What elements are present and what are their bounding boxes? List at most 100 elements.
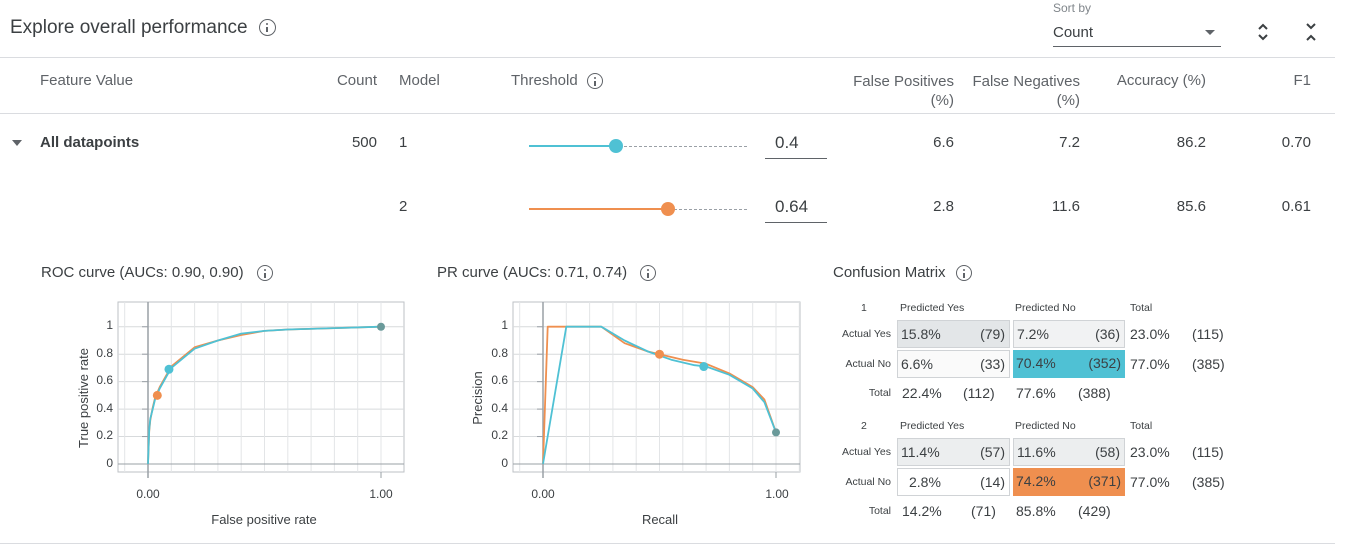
threshold-input[interactable]: 0.4: [765, 133, 827, 159]
cm-total-count: (388): [1078, 385, 1111, 401]
cm-total-count: (115): [1192, 444, 1224, 460]
row-collapse-caret[interactable]: [12, 140, 22, 146]
x-axis-label: Recall: [642, 512, 678, 527]
x-tick-label: 0.00: [531, 487, 555, 501]
info-icon[interactable]: [586, 73, 603, 90]
row-false-negatives: 11.6: [1051, 198, 1080, 215]
cm-cell-tn: 70.4% (352): [1013, 350, 1125, 378]
cm-total-pct: 77.6%: [1016, 385, 1056, 401]
cm-cell-fp: 2.8% (14): [897, 468, 1010, 496]
confusion-title-group: Confusion Matrix: [833, 264, 972, 282]
sort-by-value: Count: [1053, 24, 1094, 41]
cm-cell-tp: 15.8% (79): [897, 320, 1010, 348]
threshold-slider[interactable]: [529, 201, 747, 217]
cm-pct: 11.6%: [1017, 444, 1056, 460]
end-point: [377, 322, 385, 331]
cm-total-count: (71): [971, 503, 996, 519]
row-f1: 0.61: [1281, 198, 1311, 215]
y-tick-label: 1: [106, 318, 113, 332]
y-tick-label: 0: [501, 456, 508, 470]
cm-total-label: Total: [1130, 302, 1153, 314]
row-false-negatives: 7.2: [1059, 134, 1080, 151]
col-feature-value[interactable]: Feature Value: [40, 72, 133, 89]
footer-divider: [0, 543, 1335, 544]
chevron-down-icon: [1205, 30, 1215, 35]
cm-total-pct: 23.0%: [1130, 326, 1170, 342]
slider-fill: [529, 145, 616, 147]
cm-total-count: (385): [1192, 356, 1225, 372]
cm-total-count: (385): [1192, 474, 1225, 490]
cm-cell-fp: 6.6% (33): [897, 350, 1010, 378]
cm-cell-tp: 11.4% (57): [897, 438, 1010, 466]
expand-all-icon[interactable]: [1254, 21, 1272, 44]
header-divider: [0, 57, 1335, 58]
roc-title: ROC curve (AUCs: 0.90, 0.90): [41, 264, 244, 281]
cm-pct: 74.2%: [1016, 473, 1056, 489]
row-false-positives: 6.6: [933, 134, 954, 151]
col-false-negatives-label: False Negatives: [972, 73, 1080, 90]
info-icon[interactable]: [955, 265, 972, 282]
y-tick-label: 0.2: [96, 428, 113, 442]
pr-chart: 1 0.8 0.6 0.4 0.2 0 0.00 1.00 Recall Pre…: [470, 301, 801, 527]
row-feature-value: All datapoints: [40, 134, 140, 151]
cm-count: (58): [1095, 444, 1120, 460]
threshold-point: [152, 390, 162, 400]
cm-total-pct: 77.0%: [1130, 474, 1170, 490]
x-tick-label: 1.00: [369, 487, 393, 501]
y-axis-label: True positive rate: [76, 348, 91, 448]
sort-by-select[interactable]: Count: [1053, 20, 1221, 47]
cm-count: (57): [980, 444, 1005, 460]
cm-pred-no-label: Predicted No: [1015, 302, 1076, 314]
col-count[interactable]: Count: [300, 72, 377, 89]
info-icon[interactable]: [640, 265, 657, 282]
col-false-positives[interactable]: False Positives (%): [830, 72, 954, 110]
cm-model-id: 1: [861, 302, 867, 314]
info-icon[interactable]: [258, 19, 276, 37]
end-point: [772, 428, 780, 437]
cm-total-label: Total: [1130, 420, 1153, 432]
y-tick-label: 1: [501, 318, 508, 332]
cm-pct: 15.8%: [901, 326, 941, 342]
col-f1[interactable]: F1: [1260, 72, 1311, 89]
cm-actual-no-label: Actual No: [845, 358, 891, 370]
cm-pct: 2.8%: [909, 474, 941, 490]
col-model[interactable]: Model: [399, 72, 440, 89]
roc-chart: 1 0.8 0.6 0.4 0.2 0 0.00 1.00 False posi…: [76, 301, 405, 527]
table-header-divider: [0, 113, 1335, 114]
cm-model-id: 2: [861, 420, 867, 432]
y-tick-label: 0.6: [96, 373, 113, 387]
row-model: 1: [399, 134, 408, 151]
pr-title: PR curve (AUCs: 0.71, 0.74): [437, 264, 628, 281]
threshold-point: [164, 364, 174, 374]
col-false-negatives[interactable]: False Negatives (%): [958, 72, 1080, 110]
threshold-slider[interactable]: [529, 138, 747, 154]
slider-thumb[interactable]: [609, 139, 623, 153]
collapse-all-icon[interactable]: [1302, 21, 1320, 44]
cm-total-row-label: Total: [868, 387, 891, 399]
cm-total-pct: 85.8%: [1016, 503, 1056, 519]
cm-count: (371): [1088, 473, 1121, 489]
cm-total-count: (115): [1192, 326, 1224, 342]
panel-title: Explore overall performance: [10, 17, 248, 38]
sort-by-label: Sort by: [1053, 1, 1092, 15]
y-tick-label: 0.2: [491, 428, 508, 442]
col-false-negatives-unit: (%): [1056, 92, 1080, 109]
cm-pct: 6.6%: [901, 356, 933, 372]
y-tick-label: 0.4: [96, 401, 113, 415]
pr-title-group: PR curve (AUCs: 0.71, 0.74): [437, 264, 657, 282]
y-tick-label: 0.8: [491, 346, 508, 360]
cm-count: (14): [980, 474, 1005, 490]
row-accuracy: 86.2: [1176, 134, 1206, 151]
slider-thumb[interactable]: [661, 202, 675, 216]
x-axis-label: False positive rate: [211, 512, 317, 527]
row-false-positives: 2.8: [933, 198, 954, 215]
threshold-input[interactable]: 0.64: [765, 197, 827, 223]
col-accuracy[interactable]: Accuracy (%): [1100, 72, 1206, 89]
cm-pred-yes-label: Predicted Yes: [900, 302, 965, 314]
cm-cell-fn: 7.2% (36): [1013, 320, 1125, 348]
cm-pred-no-label: Predicted No: [1015, 420, 1076, 432]
info-icon[interactable]: [256, 265, 273, 282]
cm-count: (33): [980, 356, 1005, 372]
cm-total-pct: 77.0%: [1130, 356, 1170, 372]
col-threshold[interactable]: Threshold: [511, 72, 578, 89]
